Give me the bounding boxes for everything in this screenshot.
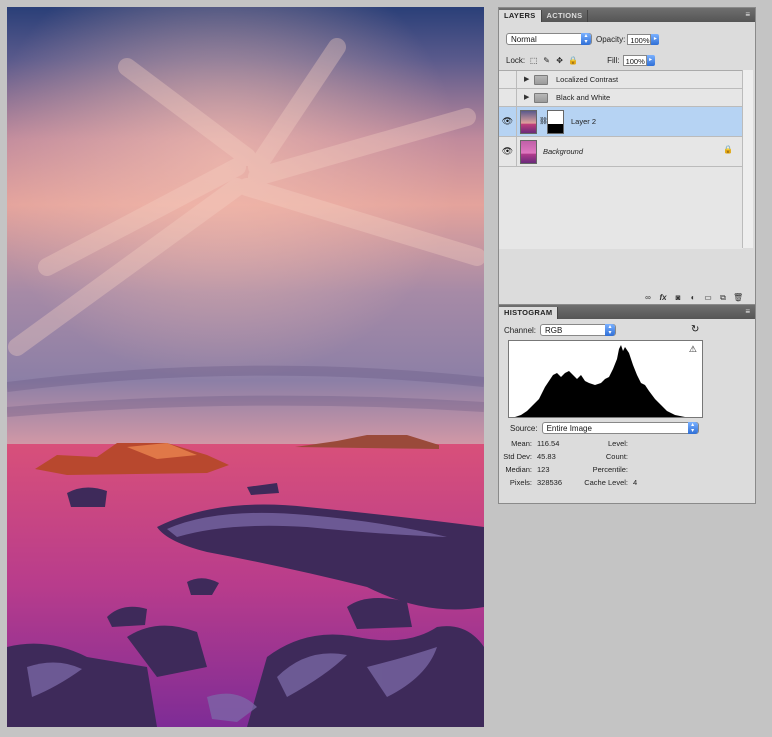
chevron-updown-icon: ▴ ▾ (581, 33, 591, 45)
layer-row-black-and-white[interactable]: ▶ Black and White (499, 89, 743, 107)
eye-icon[interactable]: 👁 (499, 137, 517, 166)
visibility-toggle[interactable] (499, 71, 517, 88)
lock-all-icon[interactable]: 🔒 (568, 56, 578, 65)
layers-scrollbar[interactable] (742, 70, 753, 248)
pixels-value: 328536 (537, 478, 563, 487)
panel-menu-icon[interactable]: ≡ (745, 307, 750, 317)
median-label: Median: (505, 465, 532, 474)
percentile-label: Percentile: (592, 465, 628, 474)
image-canvas[interactable] (7, 7, 484, 727)
layer-row-layer-2[interactable]: 👁 ⛓ Layer 2 (499, 107, 743, 137)
layer-name: Black and White (556, 93, 611, 102)
source-label: Source: (510, 423, 538, 433)
layer-thumbnail[interactable] (520, 140, 537, 164)
new-layer-icon[interactable]: ⧉ (718, 293, 728, 303)
fill-spinner[interactable]: ▸ (646, 55, 655, 66)
layer-row-localized-contrast[interactable]: ▶ Localized Contrast (499, 71, 743, 89)
chevron-updown-icon: ▴ ▾ (605, 324, 616, 336)
source-select[interactable]: Entire Image ▴ ▾ (541, 422, 699, 434)
group-icon[interactable]: ▭ (703, 293, 713, 302)
layer-name: Localized Contrast (556, 75, 619, 84)
adjustment-icon[interactable]: ◐ (688, 293, 698, 302)
mean-label: Mean: (511, 439, 532, 448)
layer-name: Layer 2 (571, 117, 597, 126)
expand-triangle-icon[interactable]: ▶ (524, 93, 529, 101)
histogram-graph: ⚠ (508, 340, 703, 418)
layer-thumbnail[interactable] (520, 110, 537, 134)
lock-image-pixels-icon[interactable]: ✎ (542, 56, 551, 65)
std-dev-label: Std Dev: (503, 452, 532, 461)
lock-transparent-pixels-icon[interactable]: ⬚ (529, 56, 538, 65)
level-label: Level: (607, 439, 628, 448)
histogram-curve (509, 345, 702, 417)
warning-icon[interactable]: ⚠ (689, 344, 697, 355)
visibility-toggle[interactable] (499, 89, 517, 106)
refresh-icon[interactable]: ↻ (691, 324, 699, 335)
layer-mask-thumbnail[interactable] (547, 110, 564, 134)
tab-actions[interactable]: ACTIONS (542, 10, 589, 22)
cache-level-label: Cache Level: (584, 478, 628, 487)
blend-mode-select[interactable]: Normal ▴ ▾ (506, 33, 592, 45)
link-icon[interactable]: ∞ (643, 293, 653, 302)
tab-layers[interactable]: LAYERS (499, 10, 542, 22)
mean-value: 116.54 (537, 439, 560, 448)
landscape-photo (7, 7, 484, 727)
layers-tabbar: LAYERS ACTIONS ≡ (499, 8, 755, 22)
histogram-panel: HISTOGRAM ≡ Channel: RGB ▴ ▾ ↻ ⚠ Source: … (498, 304, 756, 504)
layer-row-background[interactable]: 👁 Background 🔒 (499, 137, 743, 167)
panel-menu-icon[interactable]: ≡ (745, 10, 750, 20)
blend-mode-value: Normal (511, 35, 537, 44)
tab-histogram[interactable]: HISTOGRAM (499, 307, 559, 319)
median-value: 123 (537, 465, 550, 474)
chevron-updown-icon: ▴ ▾ (687, 422, 698, 434)
channel-select[interactable]: RGB ▴ ▾ (540, 324, 617, 336)
fill-label: Fill: (607, 56, 620, 65)
eye-icon[interactable]: 👁 (499, 107, 517, 136)
lock-position-icon[interactable]: ✥ (555, 56, 564, 65)
histogram-tabbar: HISTOGRAM ≡ (499, 305, 755, 319)
lock-icon: 🔒 (723, 145, 733, 154)
mask-icon[interactable]: ◙ (673, 293, 683, 302)
trash-icon[interactable]: 🗑 (733, 293, 743, 302)
layers-panel: LAYERS ACTIONS ≡ Normal ▴ ▾ Opacity: 100%… (498, 7, 756, 305)
lock-label: Lock: (506, 56, 526, 65)
channel-label: Channel: (504, 325, 537, 335)
opacity-label: Opacity: (596, 34, 626, 44)
layers-footer: ∞ fx ◙ ◐ ▭ ⧉ 🗑 (499, 291, 755, 304)
count-label: Count: (605, 452, 628, 461)
std-dev-value: 45.83 (537, 452, 556, 461)
fill-field[interactable]: 100% (622, 55, 647, 66)
fx-icon[interactable]: fx (658, 293, 668, 302)
source-value: Entire Image (546, 424, 592, 433)
layer-name: Background (543, 147, 584, 156)
layer-list: ▶ Localized Contrast ▶ Black and White 👁… (499, 70, 743, 249)
opacity-spinner[interactable]: ▸ (651, 33, 660, 45)
folder-icon (534, 75, 548, 85)
opacity-field[interactable]: 100% (627, 33, 652, 45)
cache-level-value: 4 (633, 478, 638, 487)
expand-triangle-icon[interactable]: ▶ (524, 75, 529, 83)
channel-value: RGB (545, 326, 563, 335)
folder-icon (534, 93, 548, 103)
pixels-label: Pixels: (509, 478, 532, 487)
